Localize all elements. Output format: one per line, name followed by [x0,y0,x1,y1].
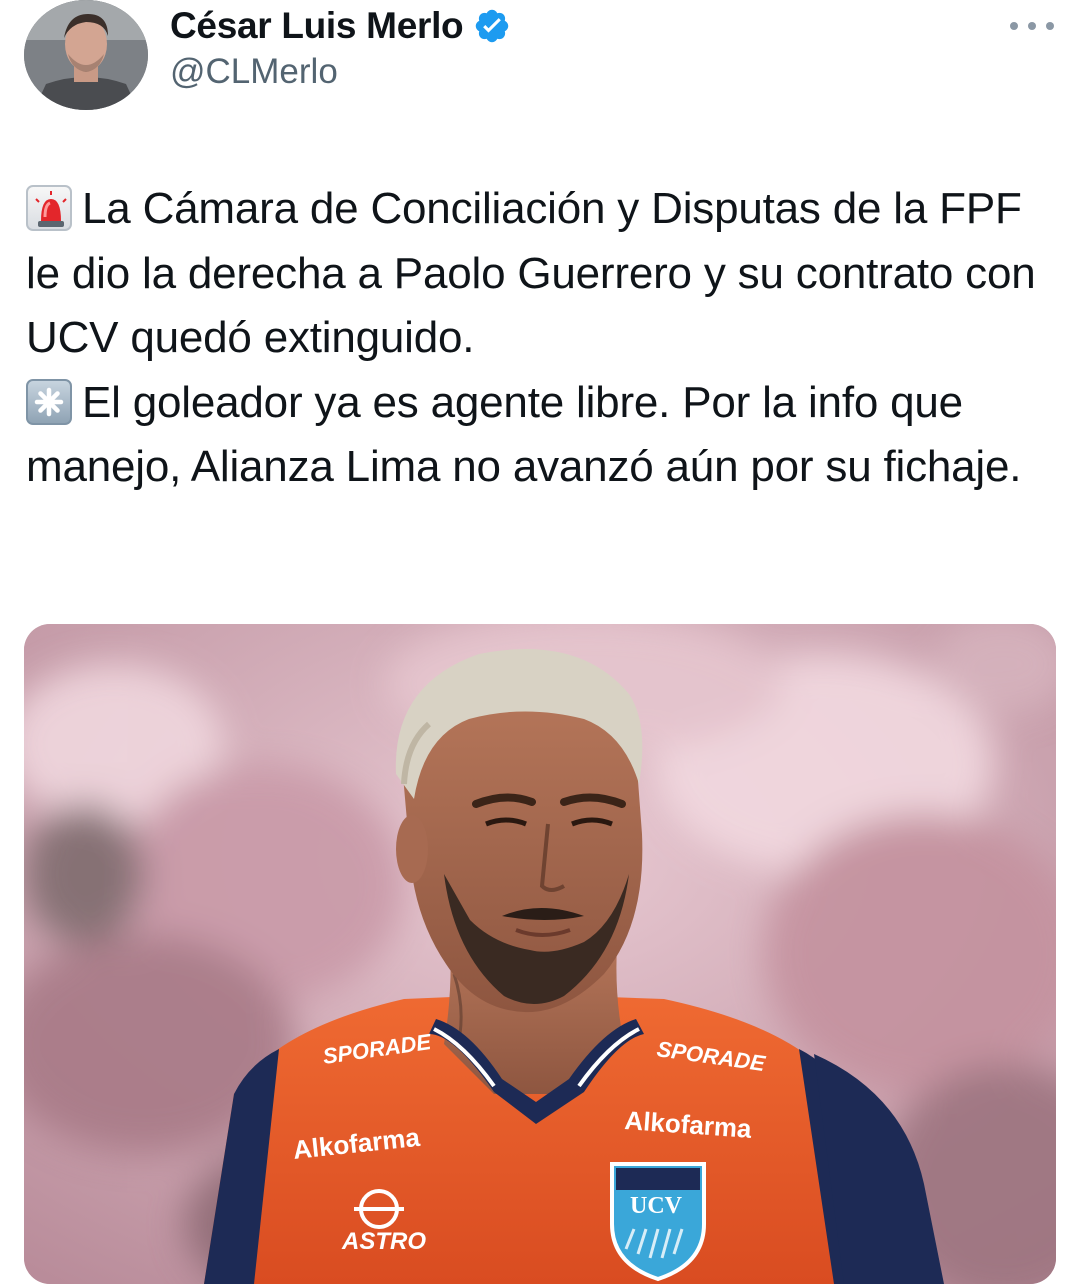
verified-badge-icon [473,7,511,45]
avatar[interactable] [24,0,148,110]
more-dot-icon [1046,22,1054,30]
tweet-paragraph-2: El goleador ya es agente libre. Por la i… [26,371,1056,500]
author-display-name[interactable]: César Luis Merlo [170,5,464,47]
more-dot-icon [1028,22,1036,30]
tweet-text: La Cámara de Conciliación y Disputas de … [26,177,1056,500]
tweet: César Luis Merlo @CLMerlo La Cámara de C… [0,0,1080,1284]
tweet-paragraph-1: La Cámara de Conciliación y Disputas de … [26,177,1056,371]
asterisk-emoji-icon [26,378,72,425]
author-name-row: César Luis Merlo [170,2,511,50]
more-options-button[interactable] [1010,14,1054,38]
author-handle[interactable]: @CLMerlo [170,52,338,92]
tweet-paragraph-1-text: La Cámara de Conciliación y Disputas de … [26,184,1036,362]
tweet-media-photo[interactable]: SPORADE SPORADE Alkofarma Alkofarma ASTR… [24,624,1056,1284]
sponsor-astro: ASTRO [341,1228,426,1255]
more-dot-icon [1010,22,1018,30]
police-siren-emoji-icon [26,185,72,231]
crest-ucv: UCV [630,1193,683,1219]
tweet-paragraph-2-text: El goleador ya es agente libre. Por la i… [26,377,1022,492]
